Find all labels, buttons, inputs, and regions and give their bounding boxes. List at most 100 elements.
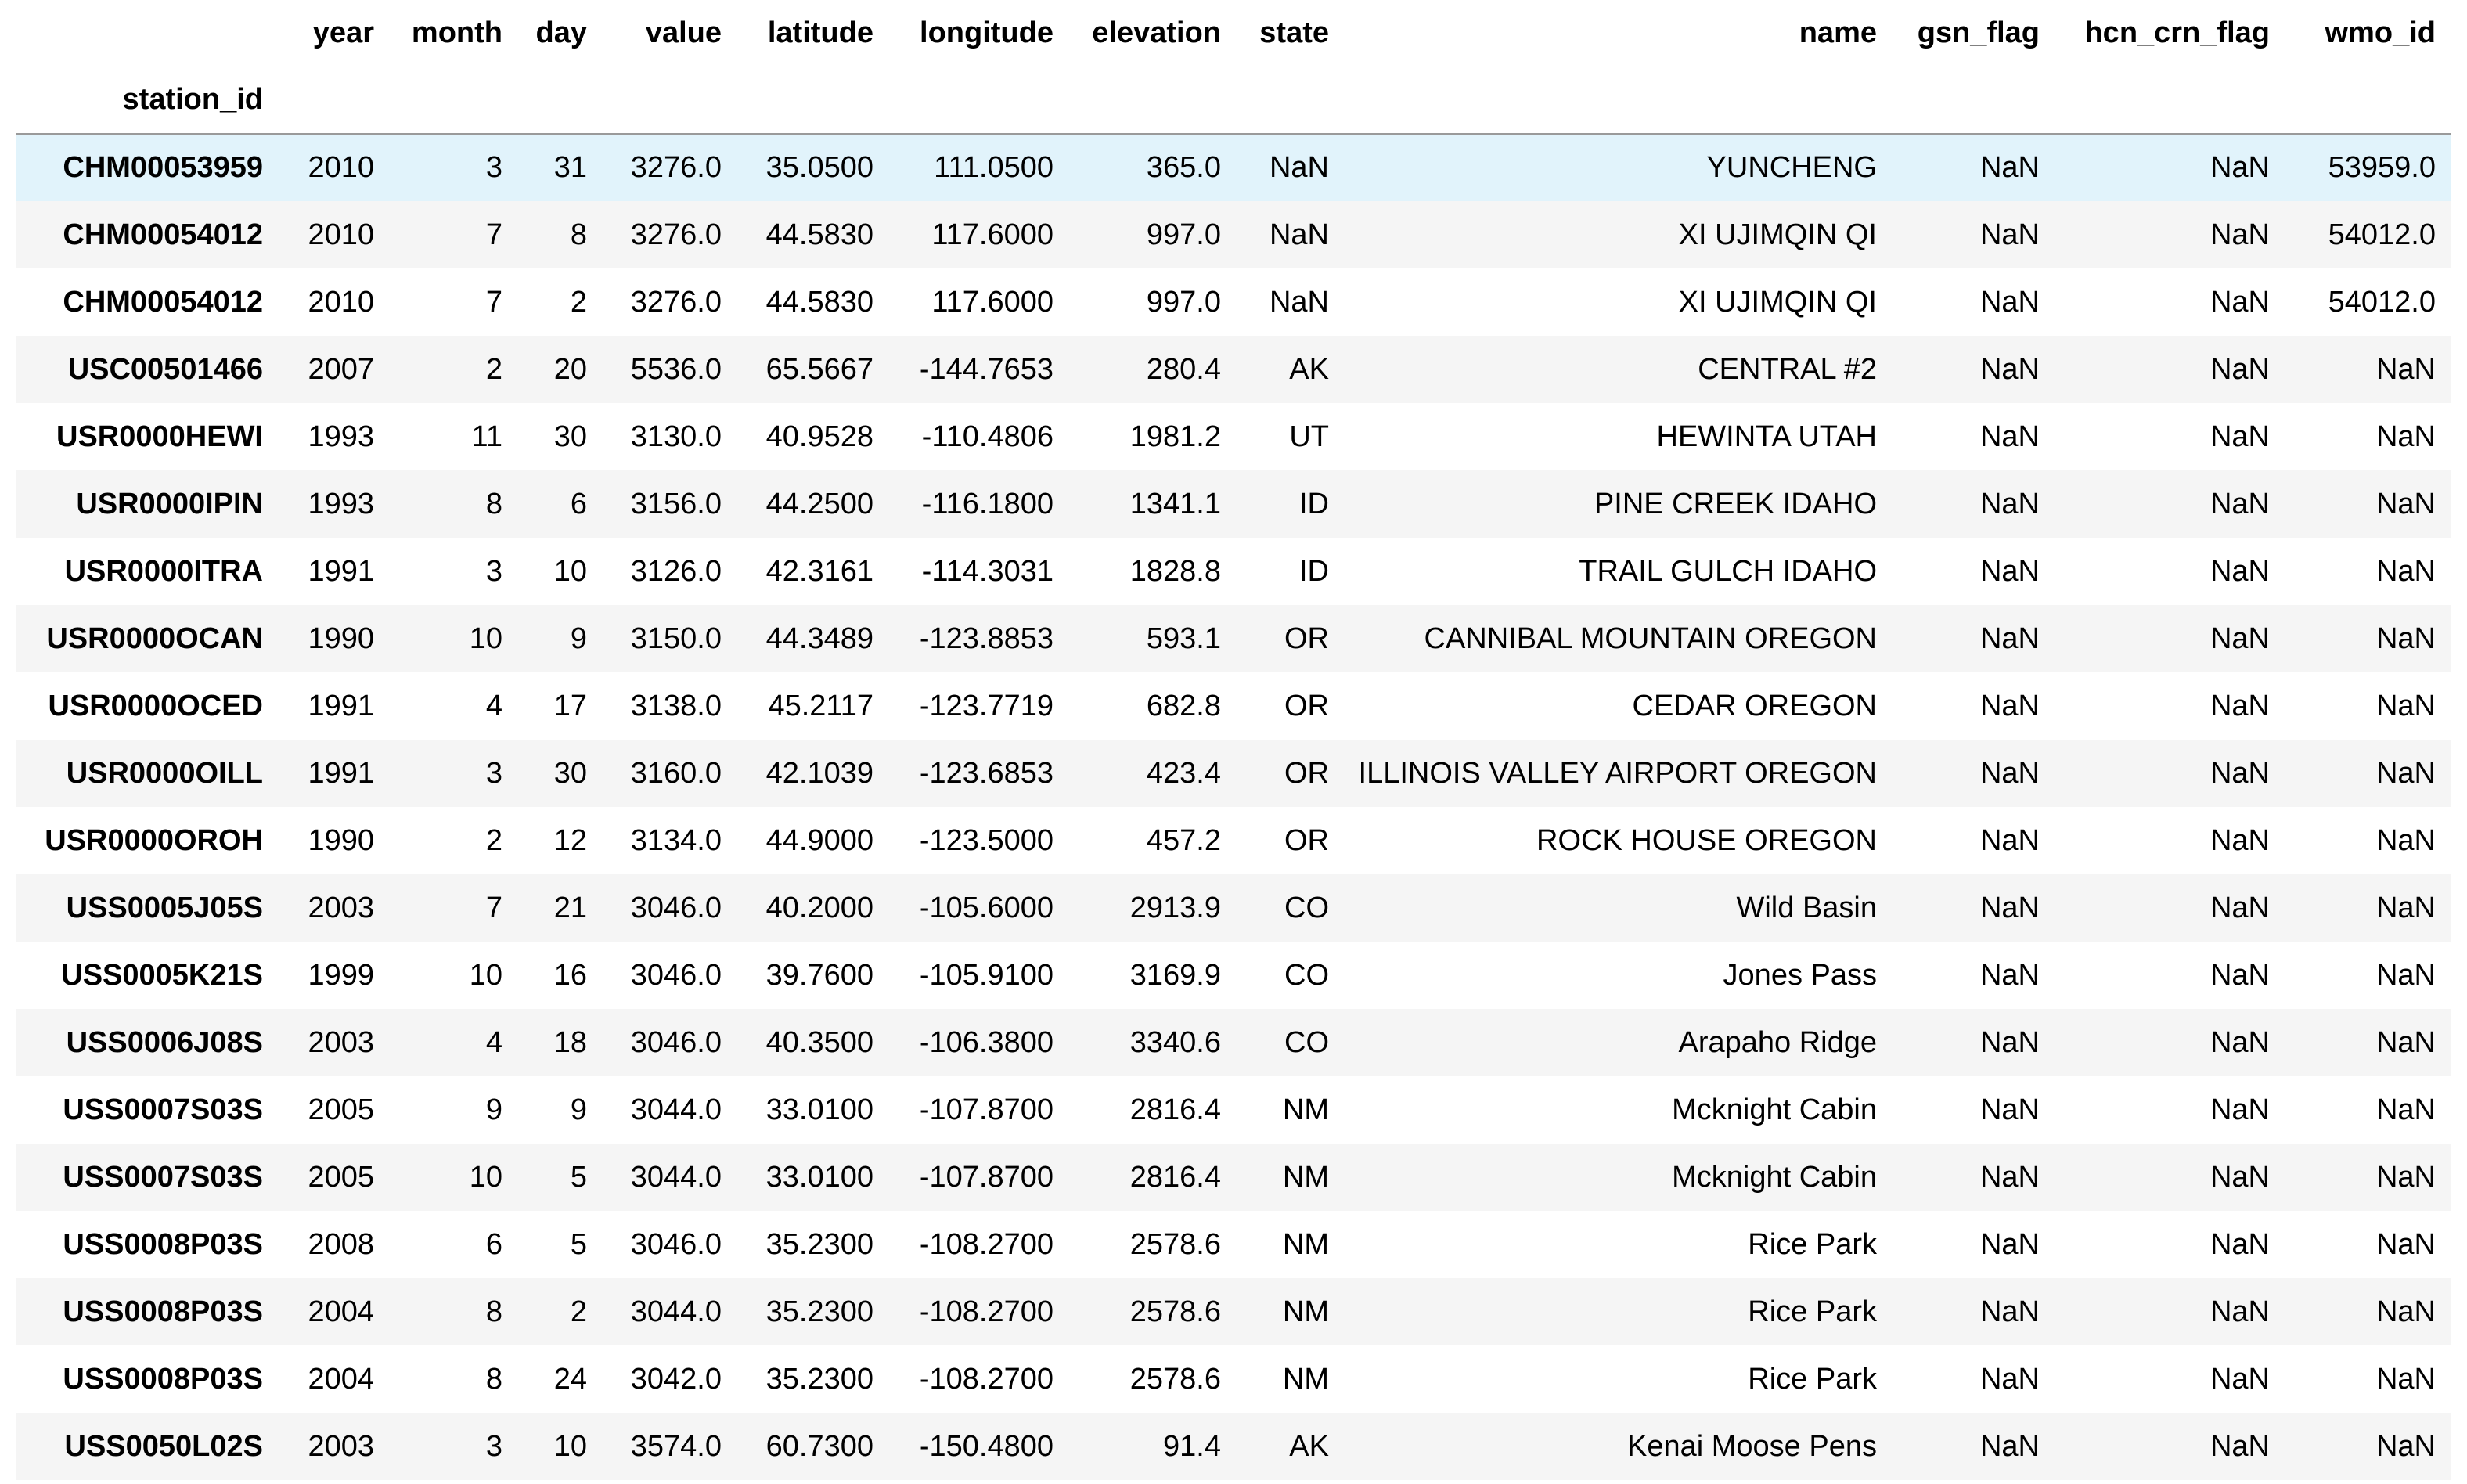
cell-gsn-flag: NaN [1979,218,2040,251]
index-header-blank [1893,66,2055,135]
table-body: CHM00053959 2010 3 31 3276.0 35.0500 111.0500 3… [16,134,2451,1480]
table-row: USR0000OILL 1991 3 30 3160.0 42.1039 -123.6853… [16,740,2451,807]
cell-day: 16 [553,958,587,992]
row-index-station-id: USR0000OROH [45,823,263,857]
cell-wmo-id: NaN [2375,487,2436,520]
cell-name: CENTRAL #2 [1698,352,1877,386]
cell-year: 1990 [308,621,374,655]
row-index-station-id: USS0005J05S [66,891,263,924]
cell-state: NaN [1269,151,1329,184]
cell-value: 3044.0 [630,1160,722,1194]
cell-day: 31 [553,151,587,184]
cell-elevation: 2816.4 [1129,1093,1221,1126]
index-header-blank [1069,66,1237,135]
cell-month: 3 [485,151,502,184]
row-index-station-id: USS0007S03S [63,1160,263,1194]
cell-wmo-id: NaN [2375,1295,2436,1328]
cell-year: 2003 [308,1429,374,1463]
index-name-header: station_id [16,66,279,135]
cell-longitude: -108.2700 [919,1362,1053,1396]
cell-elevation: 3169.9 [1129,958,1221,992]
index-header-blank [518,66,603,135]
cell-name: Rice Park [1748,1362,1877,1396]
cell-elevation: 593.1 [1146,621,1221,655]
cell-latitude: 65.5667 [765,352,873,386]
table-row: USR0000ITRA 1991 3 10 3126.0 42.3161 -114.3031… [16,538,2451,605]
cell-elevation: 997.0 [1146,285,1221,319]
cell-wmo-id: 54012.0 [2328,218,2436,251]
cell-latitude: 44.5830 [765,285,873,319]
column-header-row: year month day value latitude longitude elevat… [16,0,2451,66]
cell-state: OR [1284,689,1329,722]
cell-value: 3150.0 [630,621,722,655]
column-header-day: day [535,16,587,49]
table-row: CHM00054012 2010 7 2 3276.0 44.5830 117.6000 99… [16,268,2451,336]
row-index-station-id: USS0050L02S [64,1429,264,1463]
cell-hcn-crn-flag: NaN [2209,285,2270,319]
cell-year: 2010 [308,218,374,251]
cell-value: 3160.0 [630,756,722,790]
cell-value: 3046.0 [630,1025,722,1059]
cell-hcn-crn-flag: NaN [2209,958,2270,992]
cell-value: 3046.0 [630,1227,722,1261]
cell-hcn-crn-flag: NaN [2209,487,2270,520]
cell-value: 3574.0 [630,1429,722,1463]
cell-latitude: 44.2500 [765,487,873,520]
cell-year: 2003 [308,891,374,924]
cell-wmo-id: 54012.0 [2328,285,2436,319]
cell-wmo-id: NaN [2375,420,2436,453]
table-row: USS0006J08S 2003 4 18 3046.0 40.3500 -106.3800… [16,1009,2451,1076]
cell-state: NM [1282,1093,1329,1126]
row-index-station-id: USS0008P03S [63,1227,263,1261]
column-header-year: year [312,16,374,49]
cell-gsn-flag: NaN [1979,1295,2040,1328]
cell-gsn-flag: NaN [1979,352,2040,386]
cell-gsn-flag: NaN [1979,1429,2040,1463]
cell-hcn-crn-flag: NaN [2209,621,2270,655]
cell-name: PINE CREEK IDAHO [1594,487,1877,520]
index-header-blank [2055,66,2285,135]
cell-gsn-flag: NaN [1979,554,2040,588]
cell-month: 10 [469,1160,502,1194]
column-header-hcn-crn-flag: hcn_crn_flag [2084,16,2270,49]
row-index-station-id: USR0000ITRA [64,554,263,588]
cell-hcn-crn-flag: NaN [2209,756,2270,790]
row-index-station-id: USS0008P03S [63,1295,263,1328]
cell-state: ID [1299,487,1329,520]
cell-day: 10 [553,1429,587,1463]
cell-name: HEWINTA UTAH [1656,420,1877,453]
cell-state: AK [1289,352,1329,386]
cell-name: CEDAR OREGON [1632,689,1877,722]
cell-longitude: -105.9100 [919,958,1053,992]
cell-latitude: 44.3489 [765,621,873,655]
cell-name: Rice Park [1748,1295,1877,1328]
row-index-station-id: USS0005K21S [61,958,263,992]
cell-month: 7 [485,891,502,924]
cell-hcn-crn-flag: NaN [2209,218,2270,251]
cell-latitude: 44.9000 [765,823,873,857]
cell-value: 3276.0 [630,151,722,184]
cell-wmo-id: NaN [2375,823,2436,857]
table-row: USR0000OCAN 1990 10 9 3150.0 44.3489 -123.8853… [16,605,2451,672]
cell-wmo-id: NaN [2375,1362,2436,1396]
cell-gsn-flag: NaN [1979,285,2040,319]
cell-day: 10 [553,554,587,588]
index-header-blank [390,66,518,135]
cell-year: 1999 [308,958,374,992]
cell-elevation: 3340.6 [1129,1025,1221,1059]
cell-year: 2004 [308,1295,374,1328]
cell-wmo-id: NaN [2375,958,2436,992]
cell-elevation: 1981.2 [1129,420,1221,453]
cell-year: 2005 [308,1093,374,1126]
cell-wmo-id: NaN [2375,1227,2436,1261]
cell-latitude: 35.2300 [765,1362,873,1396]
cell-year: 1993 [308,420,374,453]
table-row: USS0005J05S 2003 7 21 3046.0 40.2000 -105.6000… [16,874,2451,942]
cell-day: 18 [553,1025,587,1059]
cell-name: Kenai Moose Pens [1627,1429,1877,1463]
cell-name: Mcknight Cabin [1672,1093,1877,1126]
cell-elevation: 682.8 [1146,689,1221,722]
cell-hcn-crn-flag: NaN [2209,1093,2270,1126]
cell-name: Arapaho Ridge [1678,1025,1877,1059]
cell-value: 3130.0 [630,420,722,453]
